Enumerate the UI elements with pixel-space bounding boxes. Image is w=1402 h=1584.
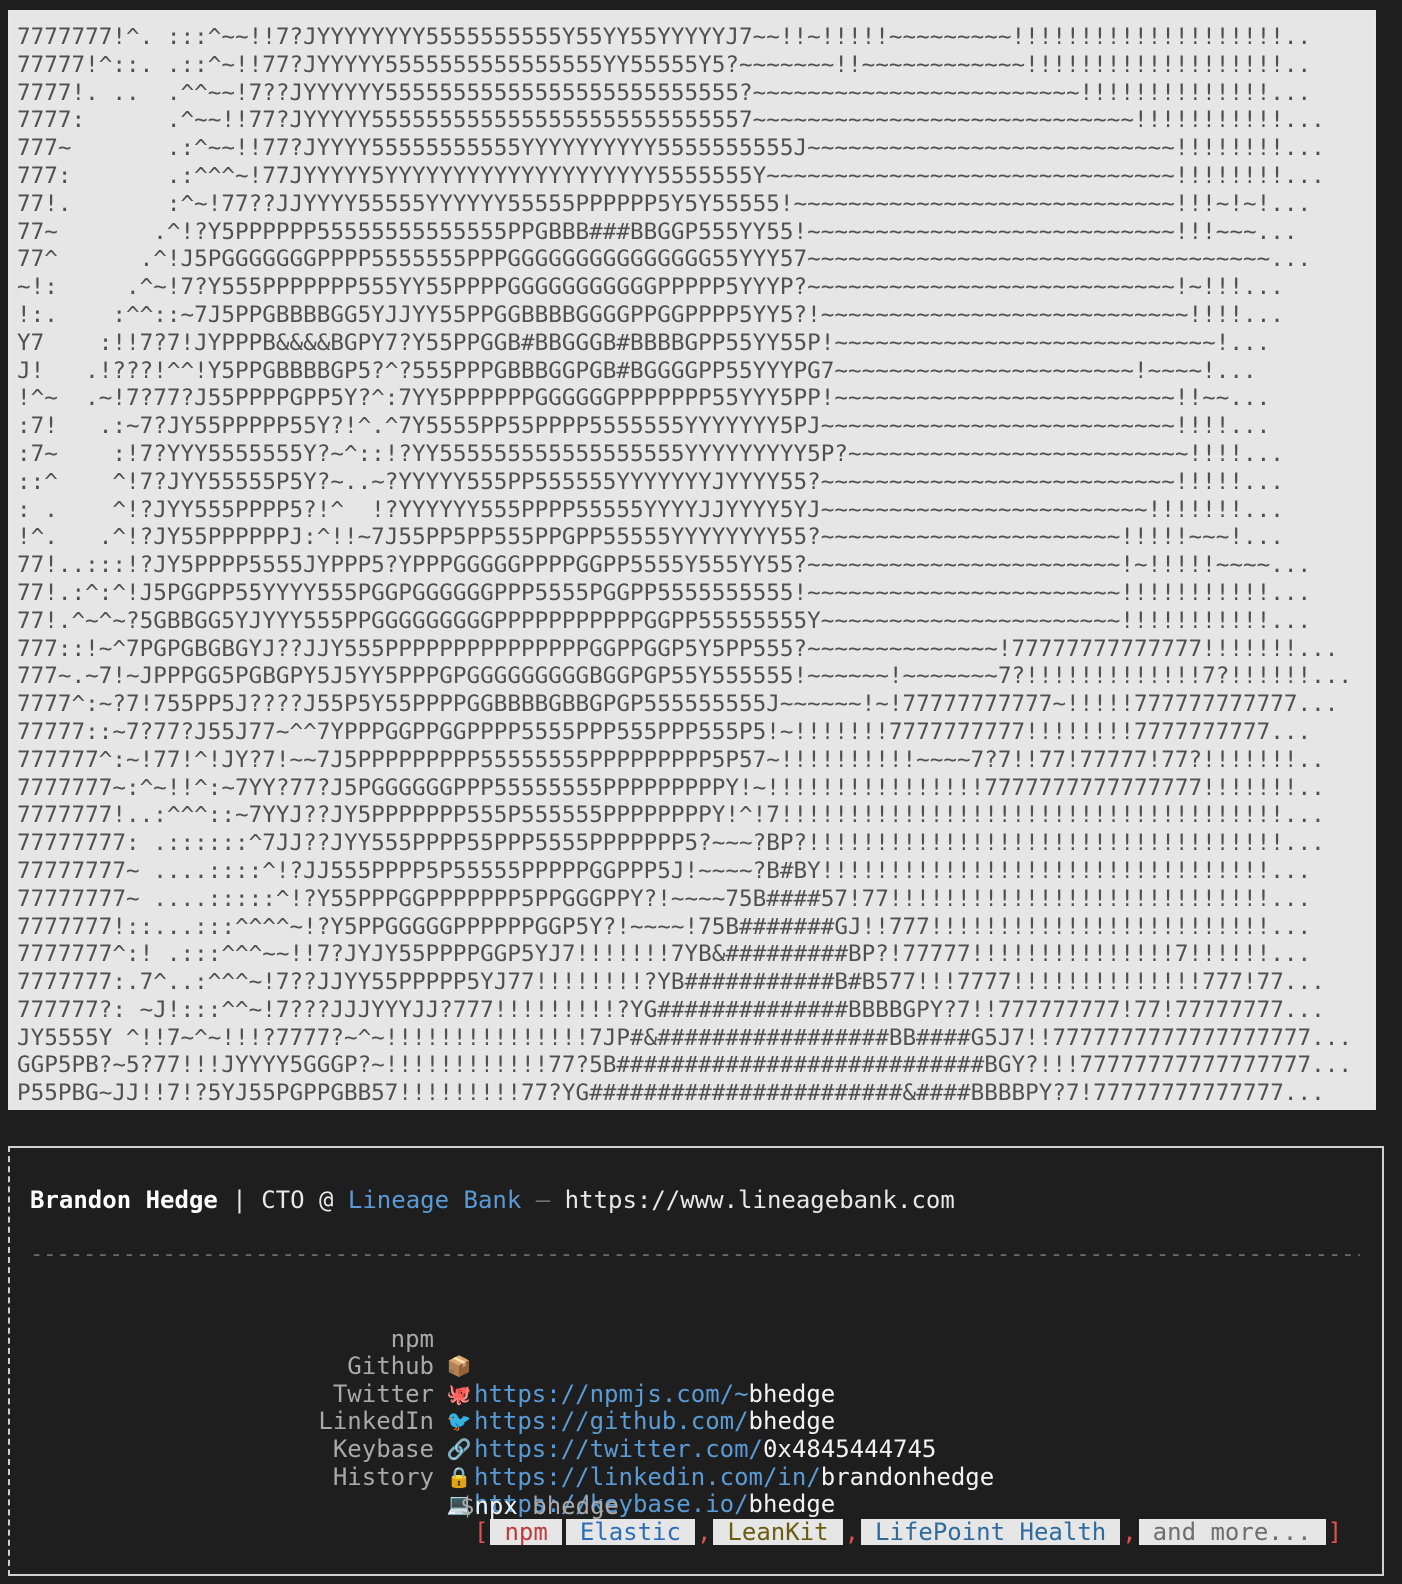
history-list: [npm Elastic, LeanKit, LifePoint Health, and…	[474, 1517, 1343, 1547]
ascii-art-line: 777~ .:^~~!!77?JYYYY55555555555YYYYYYYYY…	[17, 135, 1325, 162]
history-label: History	[332, 1462, 434, 1491]
npx-keyword: npx	[474, 1492, 518, 1520]
ascii-art-line: ~!: .^~!7?Y555PPPPPPP555YY55PPPPGGGGGGGG…	[17, 274, 1284, 301]
ascii-art-line: : . ^!?JYY555PPPP5?!^ !?YYYYYY555PPPP555…	[17, 496, 1284, 523]
name-separator: |	[217, 1186, 262, 1214]
ascii-art-line: 77777777~ ....:::::^!?Y55PPPGGPPPPPPP5PP…	[17, 885, 1312, 912]
header-dash: –	[521, 1186, 565, 1214]
ascii-art-line: Y7 :!!7?7!JYPPPB&&&&BGPY7?Y55PPGGB#BBGGG…	[17, 329, 1271, 356]
history-tag-npm: npm	[490, 1518, 562, 1545]
ascii-art-line: J! .!???!^^!Y5PPGBBBBGP5?^?555PPPGBBBGGP…	[17, 357, 1257, 384]
link-row-twitter: Twitter 🐦 https://twitter.com/0x48454447…	[10, 1353, 1380, 1463]
tag-comma: ,	[844, 1517, 860, 1546]
link-url[interactable]: https://linkedin.com/in/	[474, 1463, 821, 1491]
ascii-art-line: 777::!~^7PGPGBGBGYJ??JJY555PPPPPPPPPPPPP…	[17, 635, 1339, 662]
npx-command: $npx bhedge	[460, 1492, 619, 1520]
ascii-art-line: ::^ ^!7?JYY55555P5Y?~..~?YYYYY555PP55555…	[17, 468, 1284, 495]
link-row-linkedin: LinkedIn 🔗 https://linkedin.com/in/brand…	[10, 1381, 1380, 1491]
ascii-art-line: !:. :^^::~7J5PPGBBBBGG5YJJYY55PPGGBBBBGG…	[17, 301, 1284, 328]
tag-comma: ,	[1122, 1517, 1137, 1546]
ascii-art-line: 777777^:~!77!^!JY?7!~~7J5PPPPPPPPP555555…	[17, 746, 1325, 773]
history-tag-more: and more...	[1138, 1518, 1326, 1545]
history-tag-elastic: Elastic	[565, 1518, 695, 1545]
ascii-art-line: 7777^:~?7!755PP5J????J55P5Y55PPPPGGBBBBG…	[17, 691, 1339, 718]
divider-line: ----------------------------------------…	[30, 1242, 1360, 1267]
ascii-art-line: 777~.~7!~JPPPGG5PGBGPY5J5YY5PPPGPGGGGGGG…	[17, 663, 1353, 690]
ascii-art-line: 77777!^::. .::^~!!77?JYYYYY5555555555555…	[17, 51, 1312, 78]
links-list: npm 📦 https://npmjs.com/~bhedge Github 🐙…	[10, 1298, 1380, 1546]
ascii-art-line: 777: .:^^^~!77JYYYYY5YYYYYYYYYYYYYYYYYYY…	[17, 162, 1325, 189]
link-row-github: Github 🐙 https://github.com/bhedge	[10, 1326, 1380, 1436]
ascii-art-line: 77!..:::!?JY5PPPP5555JYPPP5?YPPPGGGGGPPP…	[17, 552, 1312, 579]
ascii-art-line: !^. .^!?JY55PPPPPPJ:^!!~7J55PP5PP555PPGP…	[17, 524, 1284, 551]
ascii-art-line: JY5555Y ^!!7~^~!!!?7777?~^~!!!!!!!!!!!!!…	[17, 1024, 1353, 1051]
ascii-art-line: 777777?: ~J!:::^^~!7???JJJYYYJJ?777!!!!!…	[17, 996, 1325, 1023]
history-tag-leankit: LeanKit	[713, 1518, 843, 1545]
ascii-art-line: GGP5PB?~5?77!!!JYYYY5GGGP?~!!!!!!!!!!!!7…	[17, 1052, 1353, 1079]
profile-name: Brandon Hedge	[30, 1186, 218, 1214]
ascii-art-panel: 7777777!^. :::^~~!!7?JYYYYYYYY5555555555…	[8, 10, 1376, 1110]
ascii-art-line: 77~ .^!?Y5PPPPPP55555555555555PPGBBB###B…	[17, 218, 1298, 245]
ascii-art-line: 77777777: .::::::^7JJ??JYY555PPPP55PPP55…	[17, 830, 1325, 857]
ascii-art-line: !^~ .~!7?77?J55PPPPGPP5Y?^:7YY5PPPPPPGGG…	[17, 385, 1271, 412]
link-value[interactable]: https://linkedin.com/in/brandonhedge	[474, 1463, 994, 1492]
ascii-art-line: :7~ :!7?YYY5555555Y?~^::!?YY555555555555…	[17, 440, 1284, 467]
ascii-art-line: 7777777^:! .:::^^^~~!!7?JYJY55PPPPGGP5YJ…	[17, 941, 1312, 968]
company-link[interactable]: Lineage Bank	[348, 1186, 521, 1214]
prompt-dollar: $	[460, 1492, 475, 1520]
profile-header: Brandon Hedge | CTO @ Lineage Bank – htt…	[30, 1186, 955, 1214]
link-row-npm: npm 📦 https://npmjs.com/~bhedge	[10, 1298, 1380, 1408]
ascii-art-line: 77!. :^~!77??JJYYYY55555YYYYYY55555PPPPP…	[17, 190, 1312, 217]
ascii-art-line: 7777: .^~~!!77?JYYYYY5555555555555555555…	[17, 107, 1325, 134]
ascii-art-line: 7777777!^. :::^~~!!7?JYYYYYYYY5555555555…	[17, 24, 1312, 50]
ascii-art-line: 77!.:^:^!J5PGGPP55YYYY555PGGPGGGGGGPPP55…	[17, 579, 1312, 606]
open-bracket: [	[474, 1517, 489, 1546]
ascii-art-line: 77^ .^!J5PGGGGGGGPPPP5555555PPPGGGGGGGGG…	[17, 246, 1312, 273]
link-handle[interactable]: brandonhedge	[821, 1463, 994, 1491]
profile-role: CTO @	[261, 1186, 348, 1214]
ascii-art-line: 7777777:.7^..:^^^~!7??JJYY55PPPPP5YJ77!!…	[17, 969, 1325, 996]
history-row: History 💻 [npm Elastic, LeanKit, LifePoint …	[10, 1436, 1380, 1546]
npx-argument: bhedge	[517, 1492, 619, 1520]
lock-icon: 🔒	[446, 1464, 472, 1489]
profile-card: Brandon Hedge | CTO @ Lineage Bank – htt…	[8, 1146, 1384, 1576]
ascii-art-line: P55PBG~JJ!!7!?5YJ55PGPPGBB57!!!!!!!!!77?…	[17, 1080, 1325, 1107]
ascii-art-line: 7777777!..:^^^::~7YYJ??JY5PPPPPPP555P555…	[17, 802, 1325, 829]
history-tag-lifepoint: LifePoint Health	[861, 1518, 1121, 1545]
ascii-art-line: 7777777!::...:::^^^^~!?Y5PPGGGGGPPPPPPGG…	[17, 913, 1312, 940]
ascii-art-line: 77!.^~^~?5GBBGG5YJYYY555PPGGGGGGGGGPPPPP…	[17, 607, 1312, 634]
company-website[interactable]: https://www.lineagebank.com	[565, 1186, 955, 1214]
ascii-art-line: :7! .:~7?JY55PPPPP55Y?!^.^7Y5555PP55PPPP…	[17, 413, 1271, 440]
link-row-keybase: Keybase 🔒 https://keybase.io/bhedge	[10, 1408, 1380, 1518]
link-handle[interactable]: bhedge	[749, 1490, 836, 1518]
ascii-art-line: 77777::~7?77?J55J77~^^7YPPPGGPPGGPPPP555…	[17, 718, 1312, 745]
ascii-art-line: 7777!. .. .^^~~!7??JYYYYYY55555555555555…	[17, 79, 1312, 106]
ascii-art-line: 7777777~:^~!!^:~7YY?77?J5PGGGGGGPPP55555…	[17, 774, 1325, 801]
close-bracket: ]	[1327, 1517, 1343, 1546]
tag-comma: ,	[696, 1517, 712, 1546]
ascii-art-line: 77777777~ ....::::^!?JJ555PPPP5P55555PPP…	[17, 857, 1312, 884]
